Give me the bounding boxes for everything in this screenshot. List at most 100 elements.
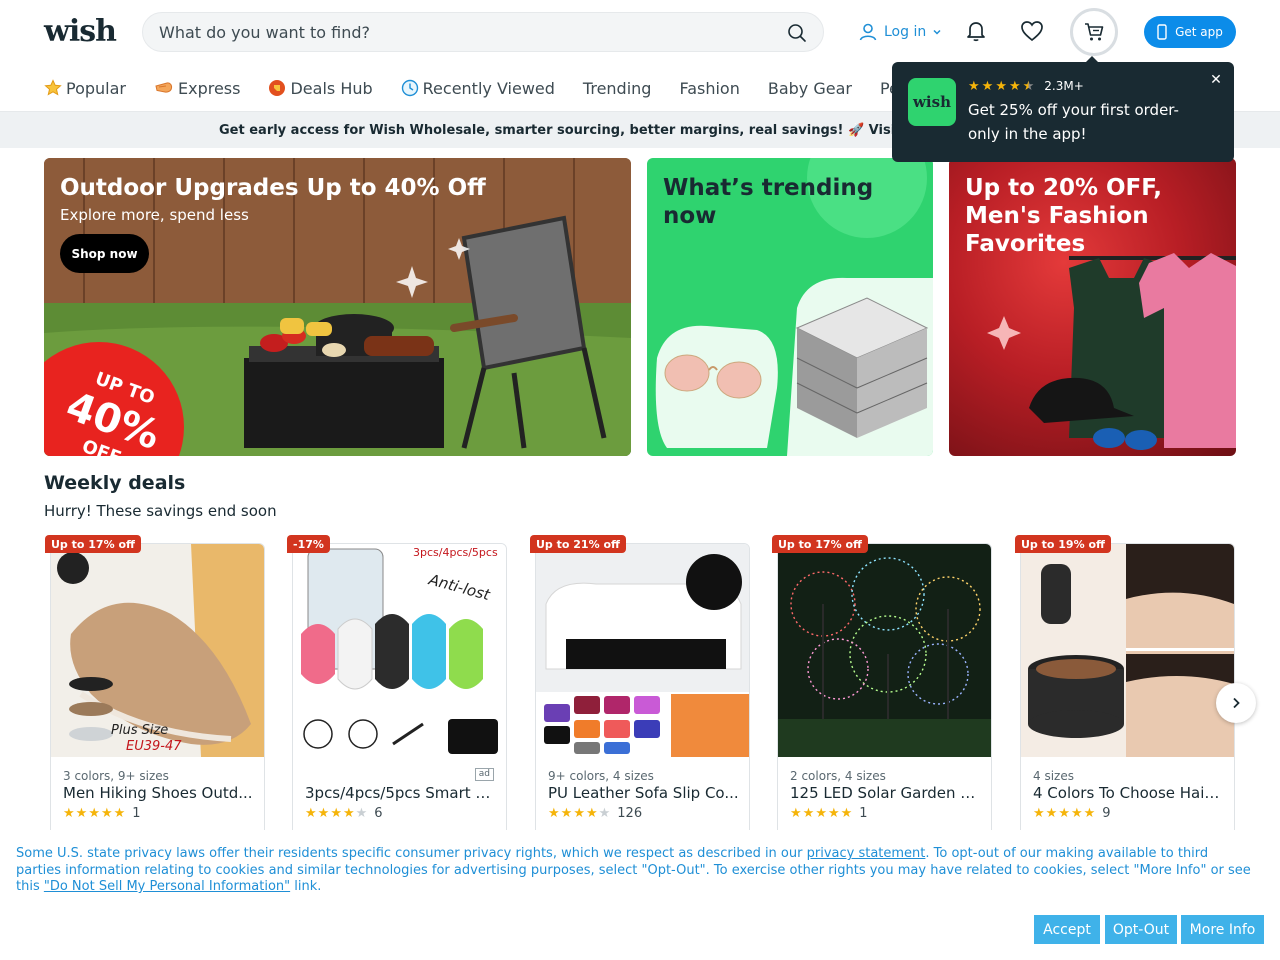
star-icon: ★	[330, 806, 342, 821]
cart-button[interactable]	[1070, 8, 1118, 56]
product-card[interactable]: 3pcs/4pcs/5pcs Anti-lost ad 3pcs/4pcs/5p…	[292, 543, 507, 843]
star-icon: ★	[548, 806, 560, 821]
hero-title: Outdoor Upgrades Up to 40% Off	[60, 175, 486, 201]
search-icon[interactable]	[787, 23, 807, 43]
hero-title: Up to 20% OFF, Men's Fashion Favorites	[965, 175, 1163, 257]
star-icon: ★	[355, 806, 368, 821]
privacy-statement-link[interactable]: privacy statement	[807, 846, 926, 861]
express-icon	[155, 82, 173, 93]
bell-icon[interactable]	[964, 19, 988, 43]
user-icon	[859, 23, 877, 41]
product-title: 4 Colors To Choose Hair ...	[1033, 784, 1225, 802]
close-icon[interactable]: ✕	[1208, 72, 1224, 88]
nav-item-trending[interactable]: Trending	[583, 76, 652, 100]
star-icon: ★	[75, 806, 88, 821]
rating-count: 126	[617, 806, 643, 821]
nav-label: Trending	[582, 78, 652, 98]
product-card[interactable]: 4 sizes 4 Colors To Choose Hair ... ★ ★ ★ ★…	[1020, 543, 1235, 843]
rating-count: 1	[132, 806, 141, 821]
more-info-button[interactable]: More Info	[1181, 915, 1264, 944]
phone-icon	[1157, 24, 1167, 40]
app-download-popup[interactable]: wish ★ ★ ★ ★ ★ 2.3M+ Get 25% off your fi…	[892, 62, 1234, 162]
product-image: 3pcs/4pcs/5pcs Anti-lost	[293, 544, 506, 757]
product-image	[1021, 544, 1234, 757]
nav-item-express[interactable]: Express	[154, 76, 240, 100]
product-variants: 4 sizes	[1033, 769, 1074, 783]
nav-item-baby-gear[interactable]: Baby Gear	[768, 76, 852, 100]
hero-whats-trending[interactable]: What’s trending now	[647, 158, 933, 456]
shop-now-button[interactable]: Shop now	[60, 234, 149, 273]
star-icon: ★	[827, 806, 840, 821]
svg-text:3pcs/4pcs/5pcs: 3pcs/4pcs/5pcs	[413, 546, 498, 559]
product-image	[536, 544, 749, 757]
nav-label: Express	[178, 78, 241, 98]
product-title: PU Leather Sofa Slip Co...	[548, 784, 739, 802]
product-title: 3pcs/4pcs/5pcs Smart T...	[305, 784, 497, 802]
nav-label: Popular	[66, 78, 126, 98]
accept-button[interactable]: Accept	[1034, 915, 1100, 944]
opt-out-button[interactable]: Opt-Out	[1105, 915, 1177, 944]
search-input[interactable]	[159, 21, 759, 43]
product-image: Plus Size EU39-47	[51, 544, 264, 757]
star-icon: ★	[1008, 78, 1021, 94]
star-icon: ★	[573, 806, 585, 821]
do-not-sell-link[interactable]: "Do Not Sell My Personal Information"	[44, 879, 290, 894]
hero-outdoor-upgrades[interactable]: Outdoor Upgrades Up to 40% Off Explore m…	[44, 158, 631, 456]
star-icon: ★	[1045, 806, 1058, 821]
login-button[interactable]: Log in	[858, 20, 942, 44]
login-label: Log in	[884, 24, 927, 40]
product-card[interactable]: Plus Size EU39-47 3 colors, 9+ sizes Men…	[50, 543, 265, 843]
get-app-button[interactable]: Get app	[1144, 16, 1236, 48]
discount-badge: -17%	[287, 535, 330, 553]
star-icon: ★	[995, 78, 1007, 94]
nav-item-pet[interactable]: Pet Ac	[880, 76, 892, 100]
app-rating-count: 2.3M+	[1044, 79, 1084, 93]
hero-mens-fashion[interactable]: Up to 20% OFF, Men's Fashion Favorites	[949, 158, 1236, 456]
app-rating: ★ ★ ★ ★ ★ 2.3M+	[968, 79, 1084, 93]
rating-count: 9	[1102, 806, 1111, 821]
star-icon: ★	[968, 78, 980, 94]
discount-badge: Up to 17% off	[45, 535, 141, 553]
nav-item-fashion[interactable]: Fashion	[679, 76, 739, 100]
privacy-notice-text: Some U.S. state privacy laws offer their…	[16, 846, 1256, 896]
product-variants: 9+ colors, 4 sizes	[548, 769, 654, 783]
rating-count: 6	[374, 806, 383, 821]
clock-icon	[401, 79, 418, 97]
nav-item-popular[interactable]: Popular	[44, 76, 126, 100]
privacy-text-part: link.	[290, 879, 322, 894]
privacy-text-part: Some U.S. state privacy laws offer their…	[16, 846, 807, 861]
search-bar[interactable]	[142, 12, 824, 52]
chevron-down-icon	[933, 29, 941, 35]
nav-item-recently-viewed[interactable]: Recently Viewed	[401, 76, 555, 100]
nav-label: Fashion	[679, 78, 740, 98]
product-rating: ★ ★ ★ ★ ★ 9	[1033, 806, 1111, 821]
star-icon: ★	[317, 806, 330, 821]
nav-label: Baby Gear	[767, 78, 852, 98]
heart-icon[interactable]	[1020, 20, 1044, 42]
carousel-next-button[interactable]	[1216, 683, 1256, 723]
wish-logo[interactable]: wish	[44, 14, 117, 49]
ad-tag: ad	[474, 768, 494, 781]
star-icon: ★	[1083, 806, 1096, 821]
star-icon: ★	[113, 806, 126, 821]
star-icon: ★	[840, 806, 853, 821]
popup-message: Get 25% off your first order- only in th…	[968, 101, 1179, 143]
product-card[interactable]: 2 colors, 4 sizes 125 LED Solar Garden L…	[777, 543, 992, 843]
star-icon: ★	[560, 806, 573, 821]
star-icon: ★	[1058, 806, 1070, 821]
star-icon: ★	[790, 806, 802, 821]
product-card[interactable]: 9+ colors, 4 sizes PU Leather Sofa Slip …	[535, 543, 750, 843]
svg-text:EU39-47: EU39-47	[126, 739, 182, 754]
star-icon: ★	[305, 806, 317, 821]
product-rating: ★ ★ ★ ★ ★ 1	[790, 806, 868, 821]
discount-badge: Up to 17% off	[772, 535, 868, 553]
product-title: Men Hiking Shoes Outd...	[63, 784, 253, 802]
half-star-icon: ★	[1022, 78, 1035, 94]
get-app-label: Get app	[1175, 25, 1223, 39]
star-icon: ★	[88, 806, 100, 821]
wish-app-logo: wish	[908, 78, 956, 126]
nav-item-deals-hub[interactable]: Deals Hub	[268, 76, 373, 100]
product-rating: ★ ★ ★ ★ ★ 126	[548, 806, 642, 821]
rating-count: 1	[859, 806, 868, 821]
star-icon: ★	[342, 806, 355, 821]
